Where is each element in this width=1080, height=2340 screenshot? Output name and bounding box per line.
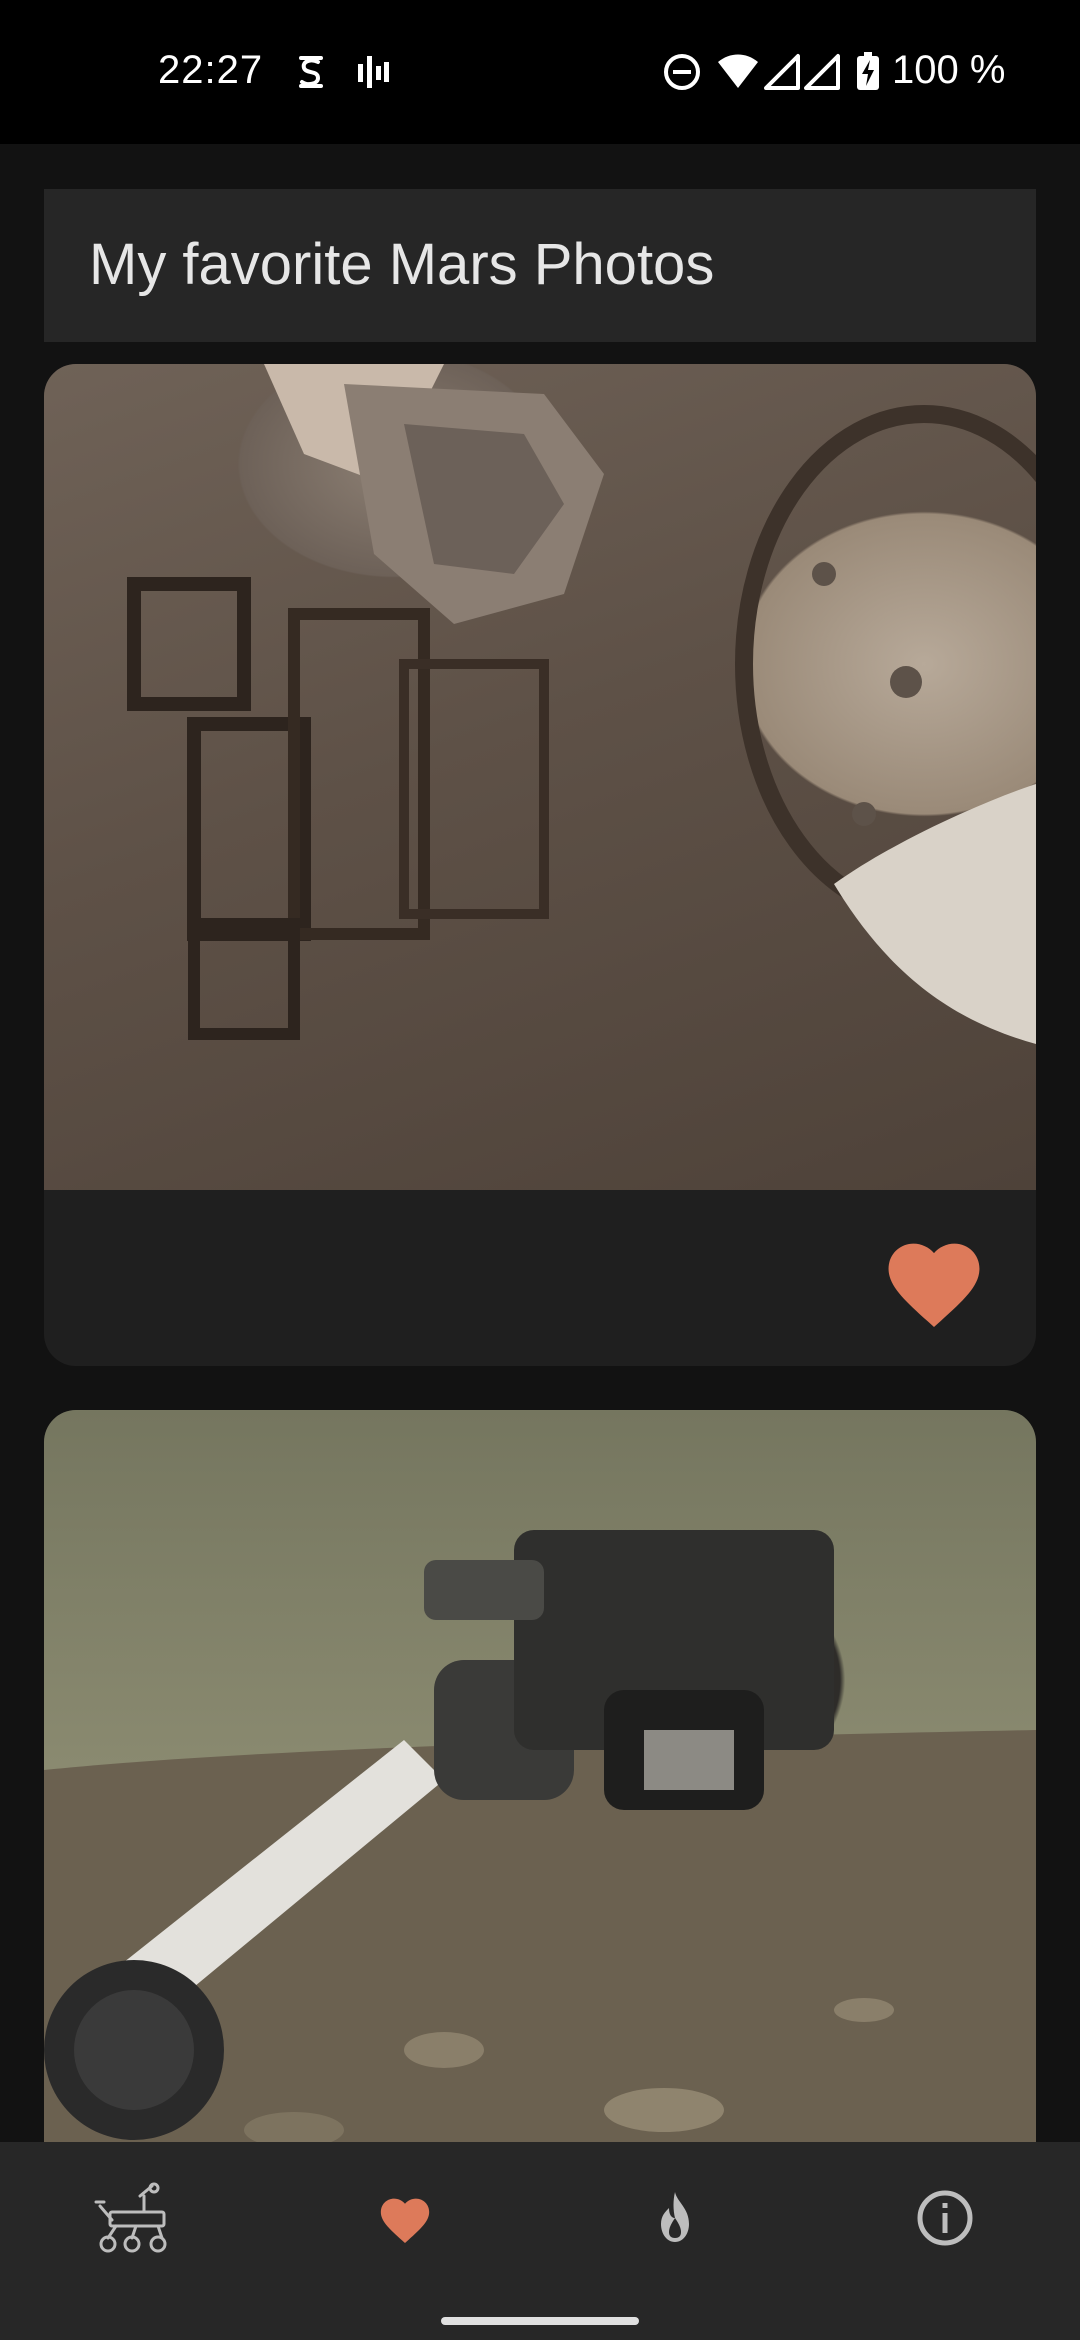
wifi-icon (716, 52, 760, 97)
nav-item-rover[interactable] (80, 2180, 190, 2260)
favorite-button[interactable] (868, 1224, 1000, 1340)
battery-percentage: 100 % (892, 48, 1006, 92)
status-time: 22:27 (158, 48, 264, 92)
mars-photo[interactable] (44, 1410, 1036, 2210)
do-not-disturb-icon (662, 52, 702, 97)
favorite-photo-card (44, 1410, 1036, 2210)
nav-item-favorites[interactable] (350, 2180, 460, 2260)
page-header: My favorite Mars Photos (44, 189, 1036, 342)
status-bar: 22:27 100 % (0, 0, 1080, 144)
heart-icon (376, 2191, 434, 2250)
favorite-photo-card (44, 364, 1036, 1366)
battery-charging-icon (856, 52, 880, 97)
info-icon (915, 2188, 975, 2253)
bottom-navigation (0, 2142, 1080, 2340)
signal-bars-icon (356, 52, 390, 97)
s-icon (296, 52, 326, 97)
cell-signal-icon (764, 52, 800, 97)
rover-icon (92, 2180, 178, 2261)
nav-item-popular[interactable] (620, 2180, 730, 2260)
page-title: My favorite Mars Photos (89, 232, 715, 297)
favorite-heart-icon (878, 1230, 990, 1335)
nav-item-info[interactable] (890, 2180, 1000, 2260)
home-indicator[interactable] (441, 2317, 639, 2325)
mars-photo[interactable] (44, 364, 1036, 1190)
cell-signal-icon (804, 52, 840, 97)
flame-icon (651, 2190, 699, 2251)
